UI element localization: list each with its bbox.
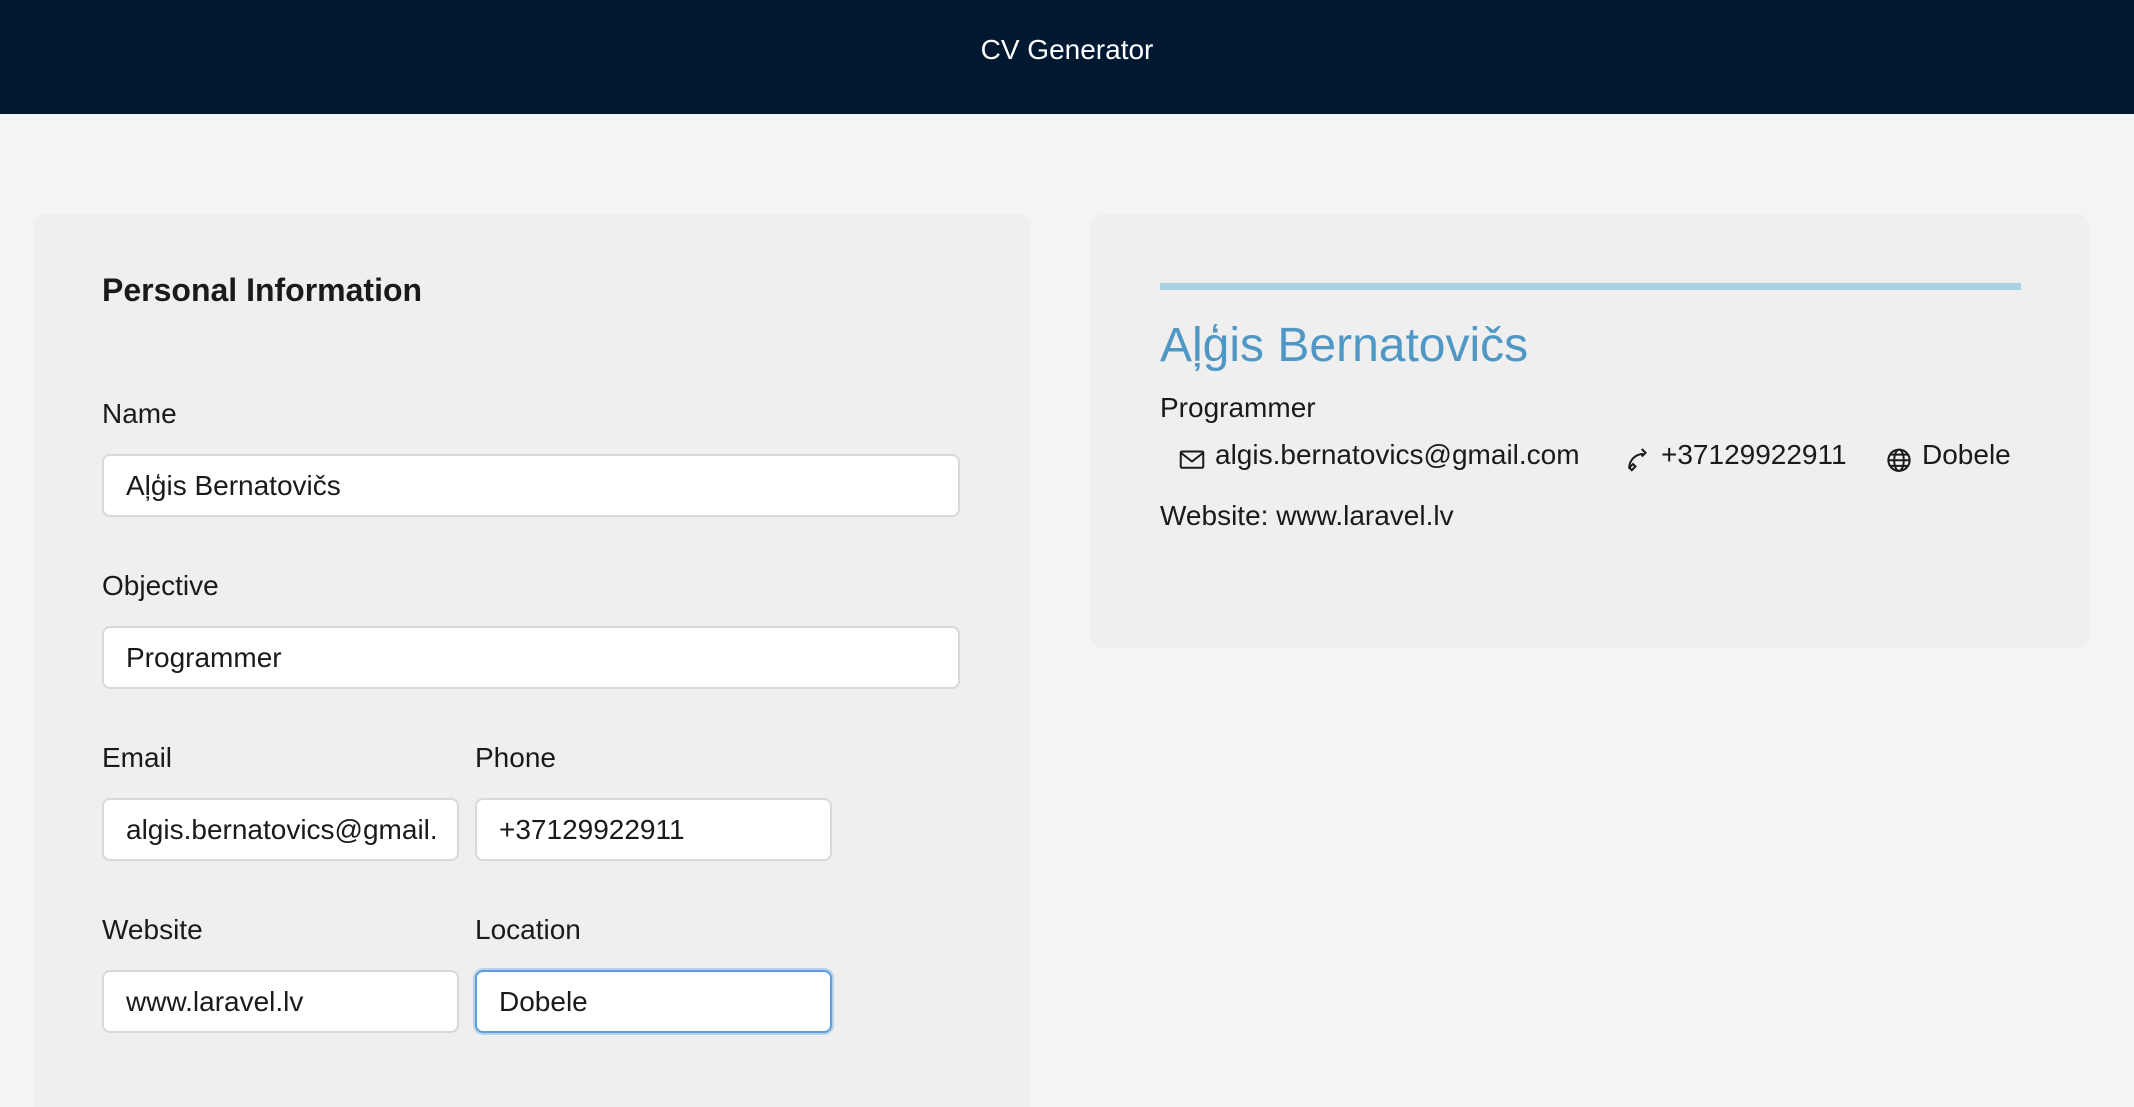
location-label: Location — [475, 914, 581, 945]
name-label: Name — [102, 398, 177, 429]
cv-phone: +37129922911 — [1623, 436, 1847, 474]
name-input[interactable] — [102, 454, 960, 517]
cv-accent-bar — [1160, 283, 2021, 290]
cv-phone-text: +37129922911 — [1661, 439, 1847, 470]
website-input[interactable] — [102, 970, 459, 1033]
app-title: CV Generator — [980, 34, 1154, 65]
app-header: CV Generator — [0, 0, 2134, 114]
envelope-icon — [1177, 444, 1207, 474]
cv-location-text: Dobele — [1922, 439, 2011, 470]
cv-email-text: algis.bernatovics@gmail.com — [1215, 439, 1580, 470]
globe-icon — [1884, 444, 1914, 474]
objective-label: Objective — [102, 570, 219, 601]
personal-info-form: Personal Information Name Objective Emai… — [33, 214, 1031, 1107]
cv-website: Website: www.laravel.lv — [1160, 500, 1454, 531]
cv-name: Aļģis Bernatovičs — [1160, 319, 1529, 372]
email-label: Email — [102, 742, 173, 773]
location-input[interactable] — [475, 970, 832, 1033]
phone-input[interactable] — [475, 798, 832, 861]
cv-preview: Aļģis Bernatovičs Programmer algis.berna… — [1091, 214, 2089, 648]
website-label: Website — [102, 914, 203, 945]
cv-email: algis.bernatovics@gmail.com — [1177, 436, 1580, 474]
cv-location: Dobele — [1884, 436, 2011, 474]
phone-icon — [1623, 444, 1653, 474]
objective-input[interactable] — [102, 626, 960, 689]
section-title: Personal Information — [102, 272, 423, 308]
email-input[interactable] — [102, 798, 459, 861]
phone-label: Phone — [475, 742, 556, 773]
cv-objective: Programmer — [1160, 392, 1316, 423]
